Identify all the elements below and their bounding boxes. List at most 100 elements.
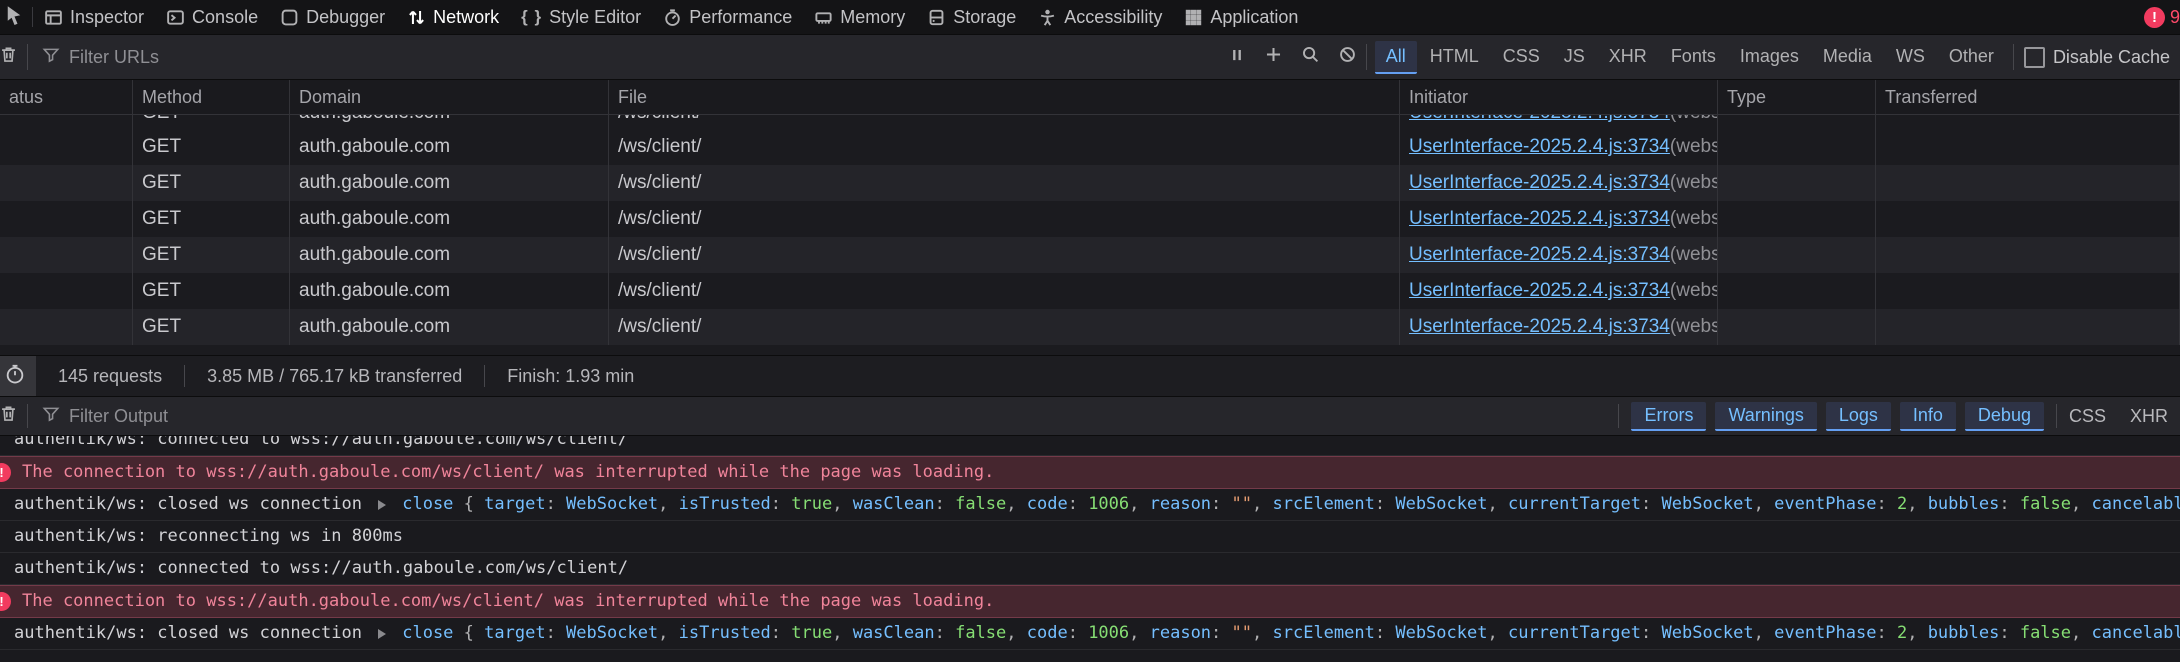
filter-css[interactable]: CSS [2057, 403, 2118, 430]
object-preview-name[interactable]: close [402, 618, 453, 649]
prop-key: reason [1150, 489, 1211, 520]
tab-style-editor[interactable]: { } Style Editor [510, 0, 652, 34]
punctuation: , [1754, 489, 1774, 520]
punctuation: , [1006, 618, 1026, 649]
pause-traffic-button[interactable] [1219, 46, 1255, 69]
tab-storage[interactable]: Storage [916, 0, 1027, 34]
disable-cache-control[interactable]: Disable Cache [2024, 47, 2170, 68]
column-header-method[interactable]: Method [133, 80, 290, 114]
table-row[interactable]: GET auth.gaboule.com /ws/client/ UserInt… [0, 237, 2180, 273]
cell-status [0, 201, 133, 237]
prop-key: code [1027, 489, 1068, 520]
tab-inspector[interactable]: Inspector [33, 0, 155, 34]
initiator-link[interactable]: UserInterface-2025.2.4.js:3734 [1409, 316, 1670, 338]
tab-performance[interactable]: Performance [652, 0, 803, 34]
table-row[interactable]: GET auth.gaboule.com /ws/client/ UserInt… [0, 273, 2180, 309]
punctuation: : [1999, 489, 2019, 520]
performance-icon [663, 8, 682, 27]
punctuation: , [658, 489, 678, 520]
type-filter-css[interactable]: CSS [1492, 41, 1551, 74]
table-filler [0, 345, 2180, 355]
filter-warnings[interactable]: Warnings [1715, 402, 1816, 431]
filter-debug[interactable]: Debug [1965, 402, 2044, 431]
column-header-initiator[interactable]: Initiator [1400, 80, 1718, 114]
prop-key: wasClean [853, 489, 935, 520]
search-requests-button[interactable] [1292, 45, 1329, 69]
table-row[interactable]: GET auth.gaboule.com /ws/client/ UserInt… [0, 165, 2180, 201]
separator [1618, 404, 1619, 428]
table-row[interactable]: GET auth.gaboule.com /ws/client/ UserInt… [0, 309, 2180, 345]
type-filter-js[interactable]: JS [1553, 41, 1596, 74]
punctuation: , [832, 618, 852, 649]
type-filter-images[interactable]: Images [1729, 41, 1810, 74]
error-count-badge[interactable]: ! 95 [2144, 0, 2180, 34]
column-header-transferred[interactable]: Transferred [1876, 80, 2180, 114]
cell-domain: auth.gaboule.com [290, 115, 609, 129]
tab-label: Network [433, 7, 499, 28]
type-filter-fonts[interactable]: Fonts [1660, 41, 1727, 74]
object-preview-name[interactable]: close [402, 489, 453, 520]
disable-cache-checkbox[interactable] [2024, 47, 2045, 68]
punctuation: : [1068, 618, 1088, 649]
prop-key: eventPhase [1774, 489, 1876, 520]
cell-domain: auth.gaboule.com [290, 201, 609, 237]
block-requests-button[interactable] [1329, 45, 1366, 69]
punctuation: : [1876, 489, 1896, 520]
initiator-link[interactable]: UserInterface-2025.2.4.js:3734 [1409, 115, 1670, 124]
initiator-link[interactable]: UserInterface-2025.2.4.js:3734 [1409, 244, 1670, 266]
cell-initiator: UserInterface-2025.2.4.js:3734 (webs… [1400, 237, 1718, 273]
column-header-file[interactable]: File [609, 80, 1400, 114]
expand-arrow-icon[interactable] [378, 500, 394, 510]
cell-method: GET [133, 115, 290, 129]
cell-file: /ws/client/ [609, 201, 1400, 237]
url-filter-input[interactable]: Filter URLs [28, 46, 1219, 69]
filter-logs[interactable]: Logs [1826, 402, 1891, 431]
column-header-domain[interactable]: Domain [290, 80, 609, 114]
new-request-button[interactable] [1255, 45, 1292, 69]
console-filter-input[interactable]: Filter Output [28, 405, 1618, 428]
network-toolbar: Filter URLs All HTML CSS JS [0, 35, 2180, 80]
punctuation: , [1252, 618, 1272, 649]
initiator-link[interactable]: UserInterface-2025.2.4.js:3734 [1409, 172, 1670, 194]
cell-type [1718, 165, 1876, 201]
type-filter-other[interactable]: Other [1938, 41, 2005, 74]
tab-accessibility[interactable]: Accessibility [1027, 0, 1173, 34]
prop-value: WebSocket [1395, 618, 1487, 649]
filter-info[interactable]: Info [1900, 402, 1956, 431]
initiator-link[interactable]: UserInterface-2025.2.4.js:3734 [1409, 136, 1670, 158]
cell-status [0, 273, 133, 309]
type-filter-all[interactable]: All [1375, 41, 1417, 74]
column-header-status[interactable]: atus [0, 80, 133, 114]
node-picker-button[interactable] [0, 0, 32, 34]
expand-arrow-icon[interactable] [378, 629, 394, 639]
type-filter-html[interactable]: HTML [1419, 41, 1490, 74]
filter-xhr[interactable]: XHR [2118, 403, 2180, 430]
prop-key: isTrusted [679, 489, 771, 520]
table-row[interactable]: GET auth.gaboule.com /ws/client/ UserInt… [0, 115, 2180, 129]
column-header-type[interactable]: Type [1718, 80, 1876, 114]
tab-network[interactable]: Network [396, 0, 510, 34]
type-filter-xhr[interactable]: XHR [1598, 41, 1658, 74]
filter-errors[interactable]: Errors [1631, 402, 1706, 431]
table-row[interactable]: GET auth.gaboule.com /ws/client/ UserInt… [0, 201, 2180, 237]
tab-debugger[interactable]: Debugger [269, 0, 396, 34]
punctuation: : [1211, 489, 1231, 520]
cell-transferred [1876, 115, 2180, 129]
table-row[interactable]: GET auth.gaboule.com /ws/client/ UserInt… [0, 129, 2180, 165]
type-filter-ws[interactable]: WS [1885, 41, 1936, 74]
type-filter-media[interactable]: Media [1812, 41, 1883, 74]
punctuation: , [1129, 618, 1149, 649]
tab-memory[interactable]: Memory [803, 0, 916, 34]
punctuation: , [1252, 489, 1272, 520]
prop-key: currentTarget [1508, 489, 1641, 520]
cell-method: GET [133, 273, 290, 309]
prop-value: false [2020, 618, 2071, 649]
performance-analysis-button[interactable] [0, 356, 36, 396]
initiator-link[interactable]: UserInterface-2025.2.4.js:3734 [1409, 208, 1670, 230]
clear-requests-button[interactable] [0, 45, 27, 69]
prop-value: WebSocket [566, 489, 658, 520]
clear-console-button[interactable] [0, 404, 27, 428]
tab-application[interactable]: Application [1173, 0, 1309, 34]
tab-console[interactable]: Console [155, 0, 269, 34]
initiator-link[interactable]: UserInterface-2025.2.4.js:3734 [1409, 280, 1670, 302]
